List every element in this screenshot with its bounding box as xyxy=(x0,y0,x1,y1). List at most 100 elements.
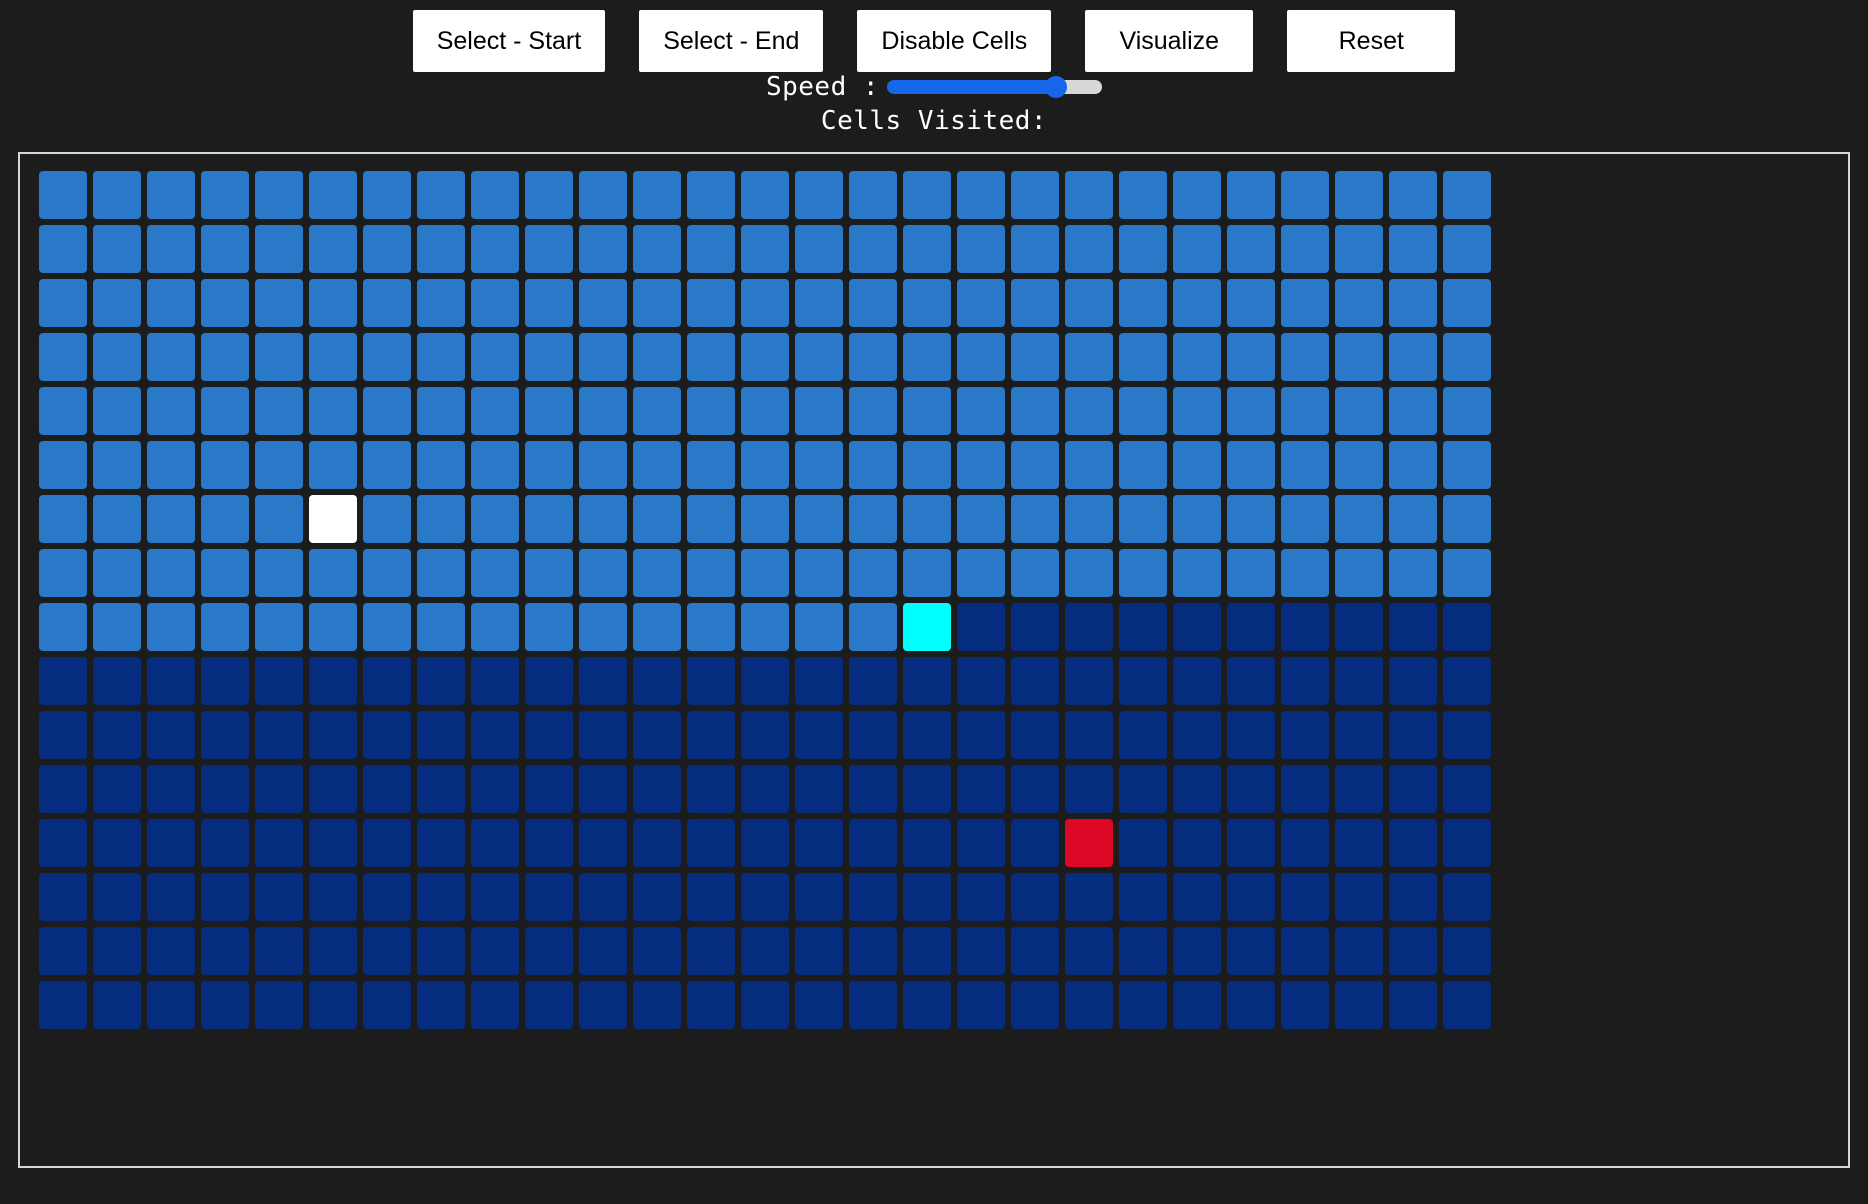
grid-cell-visited[interactable] xyxy=(309,981,357,1029)
grid-cell-visited[interactable] xyxy=(1389,603,1437,651)
grid-cell-unvisited[interactable] xyxy=(849,549,897,597)
grid-cell-unvisited[interactable] xyxy=(471,441,519,489)
grid-cell-visited[interactable] xyxy=(903,873,951,921)
grid-cell-visited[interactable] xyxy=(309,927,357,975)
grid-cell-visited[interactable] xyxy=(525,765,573,813)
grid-cell-unvisited[interactable] xyxy=(903,549,951,597)
grid-cell-unvisited[interactable] xyxy=(309,333,357,381)
grid-cell-visited[interactable] xyxy=(39,927,87,975)
grid-cell-unvisited[interactable] xyxy=(1443,387,1491,435)
grid-cell-unvisited[interactable] xyxy=(417,225,465,273)
grid-cell-visited[interactable] xyxy=(1443,657,1491,705)
grid-cell-visited[interactable] xyxy=(1281,981,1329,1029)
grid-cell-visited[interactable] xyxy=(1281,657,1329,705)
grid-cell-unvisited[interactable] xyxy=(1173,441,1221,489)
grid-cell-unvisited[interactable] xyxy=(633,549,681,597)
grid-cell-visited[interactable] xyxy=(1065,873,1113,921)
grid-cell-unvisited[interactable] xyxy=(255,603,303,651)
grid-cell-visited[interactable] xyxy=(903,657,951,705)
grid-cell-unvisited[interactable] xyxy=(309,387,357,435)
grid-cell-unvisited[interactable] xyxy=(849,171,897,219)
grid-cell-unvisited[interactable] xyxy=(687,603,735,651)
grid-cell-visited[interactable] xyxy=(39,711,87,759)
grid-cell-visited[interactable] xyxy=(147,873,195,921)
grid-cell-unvisited[interactable] xyxy=(849,495,897,543)
grid-cell-unvisited[interactable] xyxy=(795,495,843,543)
grid-cell-unvisited[interactable] xyxy=(147,333,195,381)
grid-cell-visited[interactable] xyxy=(849,927,897,975)
grid-cell-visited[interactable] xyxy=(1389,819,1437,867)
grid-cell-unvisited[interactable] xyxy=(147,603,195,651)
grid-cell-unvisited[interactable] xyxy=(309,171,357,219)
grid-cell-unvisited[interactable] xyxy=(147,171,195,219)
grid-cell-visited[interactable] xyxy=(363,711,411,759)
grid-cell-visited[interactable] xyxy=(1119,657,1167,705)
grid-cell-unvisited[interactable] xyxy=(1227,333,1275,381)
grid-cell-unvisited[interactable] xyxy=(255,441,303,489)
grid-cell-visited[interactable] xyxy=(1173,603,1221,651)
grid-cell-visited[interactable] xyxy=(1281,873,1329,921)
grid-cell-unvisited[interactable] xyxy=(201,549,249,597)
grid-cell-unvisited[interactable] xyxy=(147,441,195,489)
grid-cell-unvisited[interactable] xyxy=(849,279,897,327)
grid-cell-unvisited[interactable] xyxy=(1011,495,1059,543)
grid-cell-unvisited[interactable] xyxy=(147,225,195,273)
grid-cell-visited[interactable] xyxy=(1281,603,1329,651)
grid-cell-unvisited[interactable] xyxy=(579,387,627,435)
grid-cell-visited[interactable] xyxy=(1389,657,1437,705)
grid-cell-unvisited[interactable] xyxy=(633,441,681,489)
grid-cell-unvisited[interactable] xyxy=(1335,387,1383,435)
grid-cell-visited[interactable] xyxy=(417,657,465,705)
grid-cell-visited[interactable] xyxy=(795,981,843,1029)
grid-cell-unvisited[interactable] xyxy=(633,603,681,651)
grid-cell-unvisited[interactable] xyxy=(93,333,141,381)
grid-cell-unvisited[interactable] xyxy=(849,333,897,381)
grid-cell-visited[interactable] xyxy=(633,927,681,975)
grid-cell-visited[interactable] xyxy=(255,765,303,813)
grid-cell-visited[interactable] xyxy=(1011,927,1059,975)
grid-cell-visited[interactable] xyxy=(1335,981,1383,1029)
grid-cell-visited[interactable] xyxy=(1119,711,1167,759)
grid-cell-unvisited[interactable] xyxy=(1443,333,1491,381)
grid-cell-visited[interactable] xyxy=(795,927,843,975)
grid-cell-unvisited[interactable] xyxy=(903,387,951,435)
grid-cell-visited[interactable] xyxy=(1335,819,1383,867)
grid-cell-visited[interactable] xyxy=(849,765,897,813)
grid-cell-unvisited[interactable] xyxy=(1281,441,1329,489)
grid-cell-unvisited[interactable] xyxy=(1173,279,1221,327)
grid-cell-visited[interactable] xyxy=(957,873,1005,921)
grid-cell-unvisited[interactable] xyxy=(1281,171,1329,219)
grid-cell-unvisited[interactable] xyxy=(1443,495,1491,543)
grid-cell-unvisited[interactable] xyxy=(1065,225,1113,273)
grid-cell-unvisited[interactable] xyxy=(1281,387,1329,435)
grid-cell-visited[interactable] xyxy=(579,819,627,867)
grid-cell-unvisited[interactable] xyxy=(417,603,465,651)
grid-cell-unvisited[interactable] xyxy=(93,171,141,219)
grid-cell-visited[interactable] xyxy=(1281,765,1329,813)
grid-cell-visited[interactable] xyxy=(1119,603,1167,651)
grid-cell-unvisited[interactable] xyxy=(525,387,573,435)
grid-cell-visited[interactable] xyxy=(849,711,897,759)
grid-cell-unvisited[interactable] xyxy=(1119,441,1167,489)
grid-cell-visited[interactable] xyxy=(417,765,465,813)
grid-cell-unvisited[interactable] xyxy=(633,495,681,543)
grid-cell-visited[interactable] xyxy=(309,657,357,705)
grid-cell-visited[interactable] xyxy=(957,927,1005,975)
grid-cell-visited[interactable] xyxy=(579,765,627,813)
grid-cell-unvisited[interactable] xyxy=(1443,279,1491,327)
grid-cell-unvisited[interactable] xyxy=(309,441,357,489)
grid-cell-visited[interactable] xyxy=(417,819,465,867)
grid-cell-unvisited[interactable] xyxy=(255,225,303,273)
grid-cell-visited[interactable] xyxy=(849,657,897,705)
grid-cell-visited[interactable] xyxy=(579,873,627,921)
grid-cell-visited[interactable] xyxy=(417,927,465,975)
grid-cell-unvisited[interactable] xyxy=(1227,171,1275,219)
grid-cell-visited[interactable] xyxy=(687,981,735,1029)
grid-cell-visited[interactable] xyxy=(741,873,789,921)
grid-cell-visited[interactable] xyxy=(1281,927,1329,975)
grid-cell-unvisited[interactable] xyxy=(39,387,87,435)
grid-cell-unvisited[interactable] xyxy=(417,495,465,543)
grid-cell-visited[interactable] xyxy=(633,981,681,1029)
grid-cell-visited[interactable] xyxy=(687,765,735,813)
grid-cell-start[interactable] xyxy=(903,603,951,651)
